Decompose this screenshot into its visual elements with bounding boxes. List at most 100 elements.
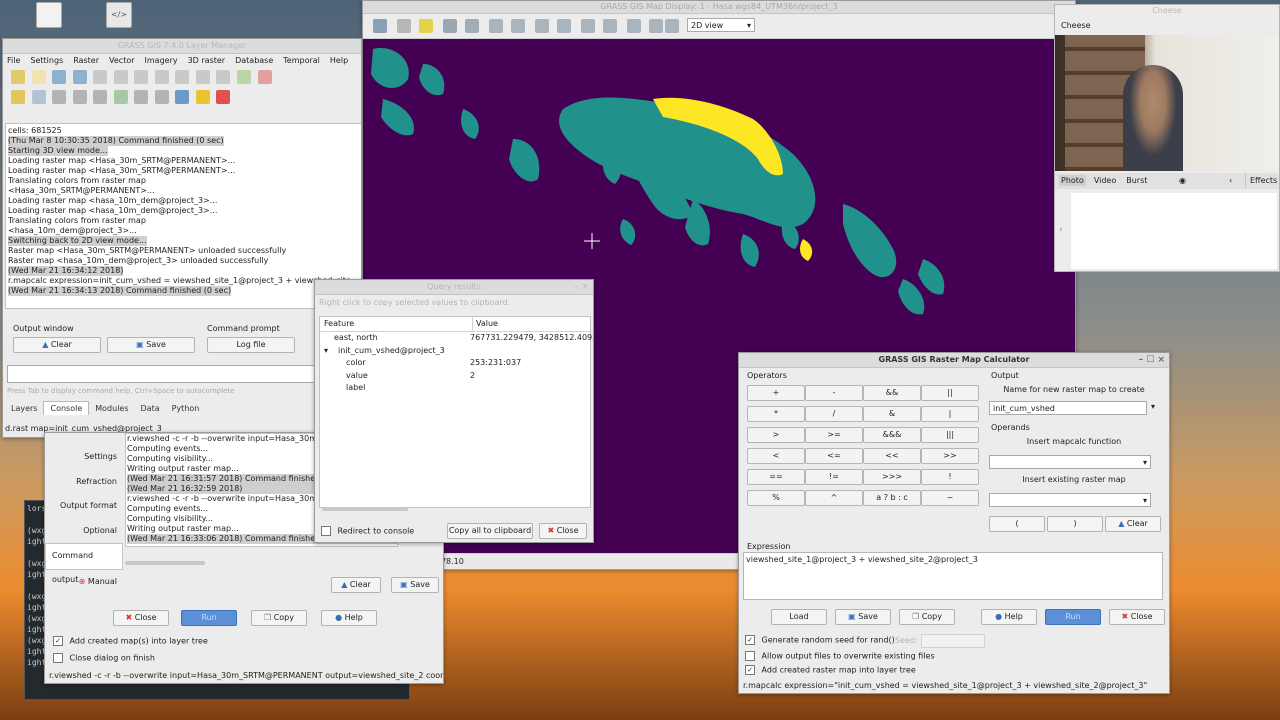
viewshed-clear-button[interactable]: ▲ Clear <box>331 577 381 593</box>
load-map-icon[interactable] <box>72 70 87 84</box>
menu-item-3d-raster[interactable]: 3D raster <box>188 56 226 65</box>
settings-icon[interactable] <box>195 90 210 104</box>
mode-video[interactable]: Video <box>1092 175 1118 186</box>
calc-load-button[interactable]: Load <box>771 609 827 625</box>
viewshed-run-button[interactable]: Run <box>181 610 237 626</box>
new-workspace-icon[interactable] <box>11 70 25 84</box>
zoom-menu-icon[interactable] <box>581 19 595 33</box>
add-created-checkbox[interactable]: ✓ <box>53 636 63 646</box>
chevron-left-icon[interactable]: ‹ <box>1229 173 1232 189</box>
viewshed-save-button[interactable]: ▣ Save <box>391 577 439 593</box>
tab-data[interactable]: Data <box>135 402 166 415</box>
close-dialog-checkbox[interactable] <box>53 653 63 663</box>
layer-manager-titlebar[interactable]: GRASS GIS 7.4.0 Layer Manager <box>3 39 361 54</box>
insert-function-select[interactable]: ▾ <box>989 455 1151 469</box>
zoom-in-icon[interactable] <box>489 19 503 33</box>
copy-all-button[interactable]: Copy all to clipboard <box>447 523 533 539</box>
menu-item-database[interactable]: Database <box>235 56 273 65</box>
operator-button[interactable]: && <box>863 385 921 401</box>
operator-button[interactable]: &&& <box>863 427 921 443</box>
sidebar-item-output-format[interactable]: Output format <box>45 494 123 519</box>
operator-button[interactable]: / <box>805 406 863 422</box>
expression-textarea[interactable]: viewshed_site_1@project_3 + viewshed_sit… <box>743 552 1163 600</box>
tab-console[interactable]: Console <box>43 401 90 415</box>
add-grid-icon[interactable] <box>195 70 210 84</box>
query-row[interactable]: ▾ init_cum_vshed@project_3 <box>320 345 590 358</box>
chevron-down-icon[interactable]: ▾ <box>1151 402 1155 411</box>
pan-icon[interactable] <box>465 19 479 33</box>
help-icon[interactable] <box>216 90 231 104</box>
query-scrollbar[interactable] <box>322 507 408 511</box>
operator-button[interactable]: ! <box>921 469 979 485</box>
sidebar-item-refraction[interactable]: Refraction <box>45 470 123 495</box>
query-row[interactable]: label <box>320 382 590 395</box>
add-label-icon[interactable] <box>216 70 231 84</box>
expand-triangle-icon[interactable]: ▾ <box>324 345 328 357</box>
print-icon[interactable] <box>665 19 679 33</box>
menu-item-vector[interactable]: Vector <box>109 56 135 65</box>
operator-button[interactable]: & <box>863 406 921 422</box>
log-file-button[interactable]: Log file <box>207 337 295 353</box>
operator-button[interactable]: >>> <box>863 469 921 485</box>
query-row[interactable]: color 253:231:037 <box>320 357 590 370</box>
add-layer-icon[interactable] <box>237 70 252 84</box>
menu-item-file[interactable]: File <box>7 56 20 65</box>
add-created-checkbox-row[interactable]: ✓ Add created map(s) into layer tree <box>53 636 208 646</box>
overlay-icon[interactable] <box>627 19 641 33</box>
redirect-checkbox[interactable] <box>321 526 331 536</box>
effects-button[interactable]: Effects <box>1245 173 1277 189</box>
calc-help-button[interactable]: ● Help <box>981 609 1037 625</box>
operator-button[interactable]: | <box>921 406 979 422</box>
viewshed-scrollbar[interactable] <box>125 561 205 565</box>
mode-photo[interactable]: Photo <box>1059 175 1086 186</box>
console-output[interactable]: cells: 681525 (Thu Mar 8 10:30:35 2018) C… <box>5 123 361 309</box>
operator-button[interactable]: != <box>805 469 863 485</box>
output-clear-button[interactable]: ▲ Clear <box>13 337 101 353</box>
zoom-extent-icon[interactable] <box>535 19 549 33</box>
sidebar-item-settings[interactable]: Settings <box>45 445 123 470</box>
redirect-checkbox-row[interactable]: Redirect to console <box>321 526 414 536</box>
overwrite-checkbox[interactable] <box>745 651 755 661</box>
operator-button[interactable]: + <box>747 385 805 401</box>
operator-button[interactable]: * <box>747 406 805 422</box>
tab-layers[interactable]: Layers <box>5 402 43 415</box>
zoom-out-icon[interactable] <box>511 19 525 33</box>
calc-copy-button[interactable]: ❐ Copy <box>899 609 955 625</box>
map-calculator-icon[interactable] <box>52 90 67 104</box>
right-paren-button[interactable]: ) <box>1047 516 1103 532</box>
georectify-icon[interactable] <box>72 90 87 104</box>
pointer-icon[interactable] <box>397 19 411 33</box>
add-group-icon[interactable] <box>175 70 190 84</box>
save-display-icon[interactable] <box>649 19 663 33</box>
open-workspace-icon[interactable] <box>31 70 46 84</box>
operator-button[interactable]: == <box>747 469 805 485</box>
add-layer-checkbox[interactable]: ✓ <box>745 665 755 675</box>
view-mode-select[interactable]: 2D view ▾ <box>687 18 755 32</box>
delete-layer-icon[interactable] <box>257 70 272 84</box>
calc-close-button[interactable]: ✖ Close <box>1109 609 1165 625</box>
tab-modules[interactable]: Modules <box>89 402 134 415</box>
select-icon[interactable] <box>419 19 433 33</box>
operator-button[interactable]: << <box>863 448 921 464</box>
operator-button[interactable]: >= <box>805 427 863 443</box>
sidebar-item-command-output[interactable]: Command output <box>45 543 123 584</box>
operator-button[interactable]: <= <box>805 448 863 464</box>
operator-button[interactable]: - <box>805 385 863 401</box>
operator-button[interactable]: ||| <box>921 427 979 443</box>
window-controls-icon[interactable]: – ☐ × <box>1139 353 1165 367</box>
close-dialog-checkbox-row[interactable]: Close dialog on finish <box>53 653 155 663</box>
query-icon[interactable] <box>443 19 457 33</box>
left-paren-button[interactable]: ( <box>989 516 1045 532</box>
operator-button[interactable]: > <box>747 427 805 443</box>
script-icon[interactable] <box>154 90 169 104</box>
viewshed-copy-button[interactable]: ❐ Copy <box>251 610 307 626</box>
overwrite-checkbox-row[interactable]: Allow output files to overwrite existing… <box>745 651 935 661</box>
map-composer-icon[interactable] <box>134 90 149 104</box>
calc-clear-button[interactable]: ▲ Clear <box>1105 516 1161 532</box>
query-close-button[interactable]: ✖ Close <box>539 523 587 539</box>
operator-button[interactable]: ^ <box>805 490 863 506</box>
query-row[interactable]: east, north 767731.229479, 3428512.40934 <box>320 332 593 345</box>
camera-icon[interactable]: ◉ <box>1179 173 1186 189</box>
python-icon[interactable] <box>175 90 190 104</box>
tab-python[interactable]: Python <box>166 402 206 415</box>
